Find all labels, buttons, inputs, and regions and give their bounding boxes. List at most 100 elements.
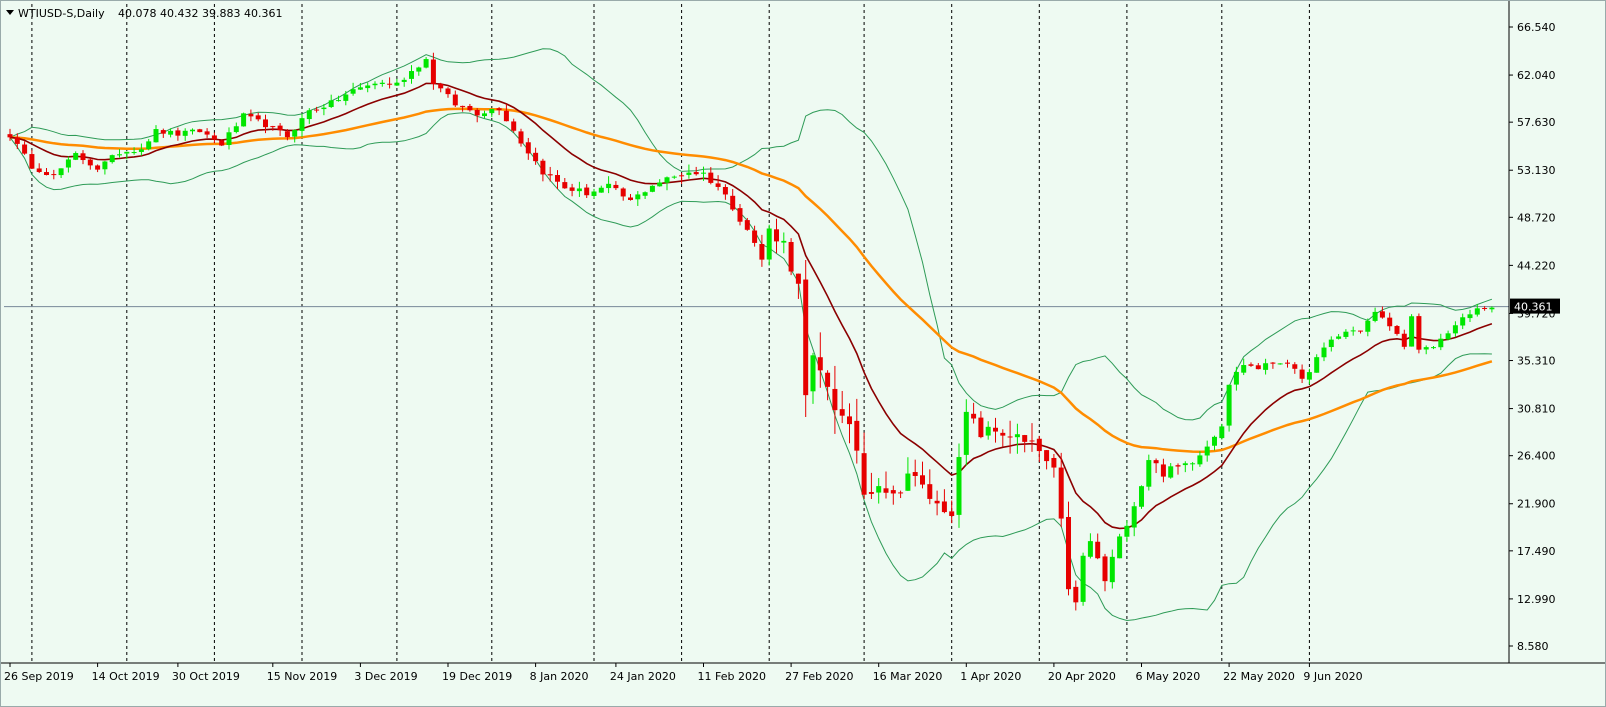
candle-body (190, 129, 195, 132)
candle-body (1255, 365, 1261, 370)
candle[interactable] (649, 185, 655, 193)
candle-body (51, 174, 57, 176)
chart-window[interactable]: 66.540 62.040 57.630 53.130 48.720 44.220 39.7… (0, 0, 1606, 707)
candle-body (438, 83, 444, 89)
candle-body (1460, 317, 1466, 326)
candle-body (584, 187, 590, 196)
time-tick-label: 20 Apr 2020 (1048, 670, 1116, 683)
candle-body (1401, 333, 1407, 347)
candle[interactable] (197, 128, 203, 133)
price-chart[interactable]: 66.54062.04057.63053.13048.72044.22039.7… (0, 0, 1606, 707)
candle-body (1087, 541, 1093, 557)
candle-body (1029, 440, 1035, 442)
candle-body (58, 168, 64, 176)
candle-body (1109, 556, 1115, 583)
candle-body (635, 194, 641, 200)
candle-body (1044, 450, 1050, 462)
candle-body (29, 154, 35, 169)
candle-body (949, 511, 955, 516)
candle[interactable] (1226, 384, 1232, 432)
candle-body (1270, 362, 1276, 364)
candle-body (803, 279, 809, 396)
candle[interactable] (766, 224, 772, 266)
candle-body (416, 67, 422, 72)
candle-body (117, 154, 122, 156)
candle-body (1117, 536, 1123, 559)
candle-body (525, 142, 531, 154)
candle-body (657, 182, 663, 187)
candle-body (920, 475, 925, 485)
candle-body (708, 172, 714, 183)
candle-body (1233, 371, 1239, 385)
candle-body (1124, 525, 1130, 537)
candle-body (277, 125, 283, 131)
candle[interactable] (1416, 313, 1422, 354)
candle-body (270, 126, 276, 128)
candle-body (233, 126, 239, 133)
candle-body (606, 183, 612, 189)
candle-body (985, 426, 991, 436)
candle-body (292, 130, 298, 137)
candle-body (1139, 486, 1144, 507)
candle-body (1365, 320, 1371, 332)
candle[interactable] (788, 238, 794, 276)
candle-body (1358, 330, 1363, 332)
candle-body (759, 244, 765, 260)
candle-body (598, 187, 604, 193)
candle-body (547, 174, 553, 176)
price-tick-label: 44.220 (1517, 259, 1556, 272)
time-tick-label: 27 Feb 2020 (785, 670, 853, 683)
candle-body (1416, 316, 1422, 350)
candle-body (1423, 347, 1429, 350)
candle-body (569, 187, 575, 191)
candle[interactable] (1139, 485, 1144, 509)
candle-body (620, 188, 626, 197)
candle-body (1036, 438, 1042, 452)
candle-body (336, 100, 341, 102)
candle-body (460, 105, 466, 107)
candle-body (1168, 466, 1174, 478)
candle-body (1285, 362, 1290, 364)
candle-body (693, 172, 699, 175)
candle-body (1409, 316, 1415, 347)
candle-body (1277, 363, 1283, 365)
candle-body (1226, 384, 1232, 426)
candle-body (153, 129, 159, 143)
candle-body (1372, 311, 1378, 321)
candle-body (350, 89, 356, 94)
candle-body (226, 132, 232, 146)
candle-body (365, 85, 371, 89)
candle[interactable] (1409, 314, 1415, 347)
candle-body (1314, 357, 1320, 373)
candle-body (825, 372, 831, 387)
candle-body (36, 168, 42, 173)
candle-body (744, 220, 750, 230)
candle-body (1131, 506, 1137, 528)
price-tick-label: 8.580 (1517, 640, 1549, 653)
candle[interactable] (1080, 552, 1086, 606)
candle-body (131, 152, 137, 154)
candle-body (898, 492, 904, 494)
candle-body (1306, 372, 1312, 380)
candle-body (387, 83, 393, 85)
candle-body (503, 110, 509, 122)
candle[interactable] (1117, 533, 1123, 559)
candle-body (182, 130, 188, 136)
candle[interactable] (803, 259, 809, 417)
candle-body (14, 137, 20, 144)
candle-body (876, 486, 882, 493)
candle-body (1204, 446, 1210, 456)
candle-body (138, 149, 144, 152)
candle-body (1489, 307, 1495, 310)
price-tick-label: 30.810 (1517, 403, 1556, 416)
time-tick-label: 14 Oct 2019 (92, 670, 160, 683)
candle-body (1379, 311, 1385, 318)
candle-body (971, 413, 977, 419)
candle-body (1051, 457, 1057, 468)
candle[interactable] (241, 112, 247, 127)
candle-body (1482, 307, 1488, 309)
candle-body (1452, 325, 1458, 334)
candle-body (73, 153, 79, 160)
candle-body (379, 82, 385, 84)
candle-body (1102, 556, 1108, 582)
